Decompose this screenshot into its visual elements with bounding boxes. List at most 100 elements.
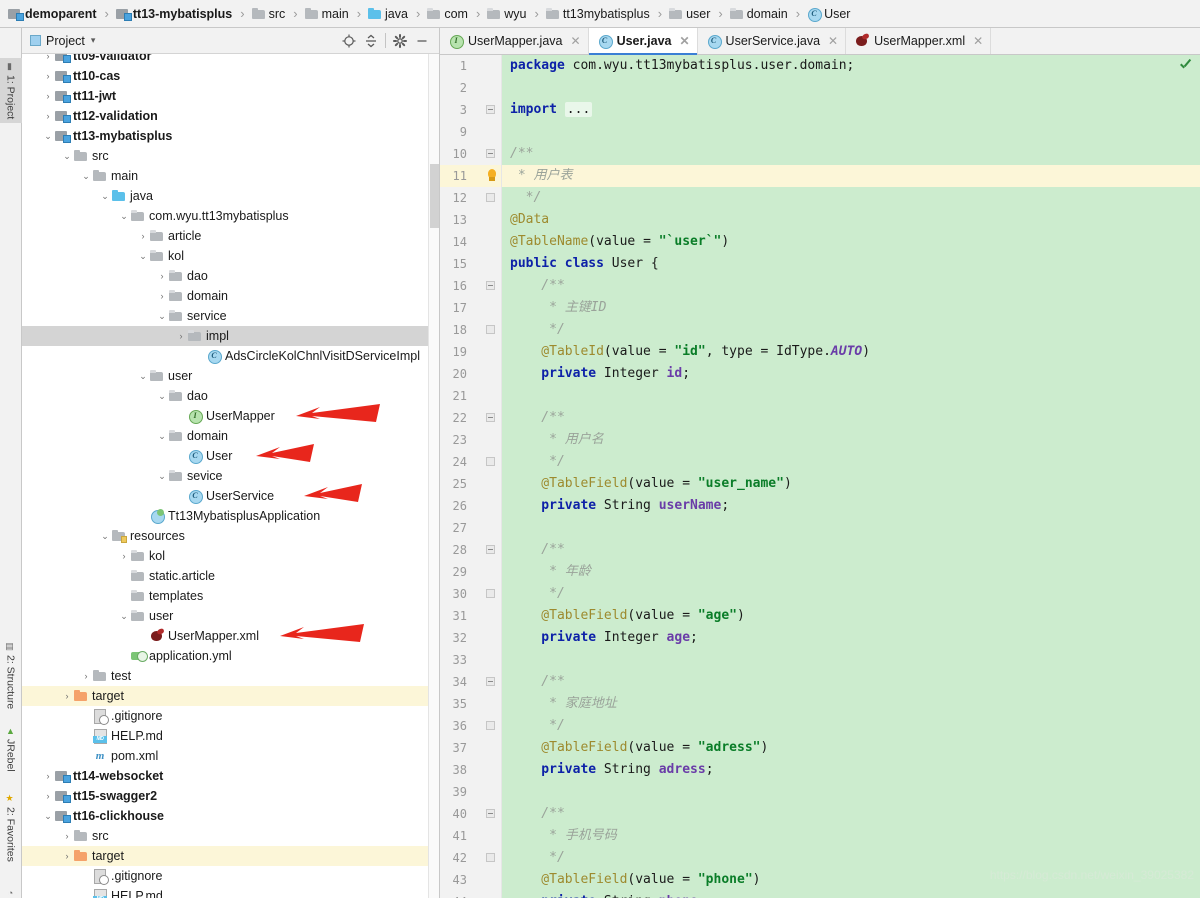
- tree-row-usermapper.xml[interactable]: ›UserMapper.xml: [22, 626, 439, 646]
- editor-tab-userservice-java[interactable]: CUserService.java✕: [698, 28, 847, 54]
- code-line[interactable]: /**: [502, 143, 1200, 165]
- code-line[interactable]: [502, 77, 1200, 99]
- code-line[interactable]: */: [502, 451, 1200, 473]
- fold-end-icon[interactable]: [486, 457, 495, 466]
- breadcrumb-item-tt13-mybatisplus[interactable]: tt13-mybatisplus: [114, 0, 234, 28]
- chevron-down-icon[interactable]: ⌄: [117, 611, 131, 622]
- code-line[interactable]: */: [502, 319, 1200, 341]
- code-line[interactable]: /**: [502, 275, 1200, 297]
- tree-row-target[interactable]: ›target: [22, 686, 439, 706]
- code-line[interactable]: private String phone;: [502, 891, 1200, 898]
- tree-row-pom.xml[interactable]: ›mpom.xml: [22, 746, 439, 766]
- chevron-right-icon[interactable]: ›: [41, 71, 55, 81]
- editor-tab-usermapper-xml[interactable]: UserMapper.xml✕: [846, 28, 991, 54]
- fold-collapse-icon[interactable]: [486, 413, 495, 422]
- tree-row-application.yml[interactable]: ›application.yml: [22, 646, 439, 666]
- hide-panel-icon[interactable]: [411, 30, 433, 52]
- chevron-down-icon[interactable]: ⌄: [60, 151, 74, 162]
- project-tree[interactable]: ›tt09-validator›tt10-cas›tt11-jwt›tt12-v…: [22, 54, 439, 898]
- code-line[interactable]: /**: [502, 539, 1200, 561]
- close-icon[interactable]: ✕: [676, 34, 689, 48]
- chevron-down-icon[interactable]: ⌄: [98, 531, 112, 542]
- code-line[interactable]: package com.wyu.tt13mybatisplus.user.dom…: [502, 55, 1200, 77]
- tree-row-article[interactable]: ›article: [22, 226, 439, 246]
- chevron-down-icon[interactable]: ⌄: [155, 391, 169, 402]
- code-line[interactable]: * 主键ID: [502, 297, 1200, 319]
- code-line[interactable]: * 手机号码: [502, 825, 1200, 847]
- tree-row-tt13-mybatisplus[interactable]: ⌄tt13-mybatisplus: [22, 126, 439, 146]
- tool-window-tab-web[interactable]: ◔Web: [0, 884, 22, 898]
- breadcrumb-item-java[interactable]: java: [366, 0, 410, 28]
- inspection-ok-icon[interactable]: [1179, 59, 1192, 72]
- code-line[interactable]: import ...: [502, 99, 1200, 121]
- tree-row-dao[interactable]: ›dao: [22, 266, 439, 286]
- chevron-down-icon[interactable]: ⌄: [79, 171, 93, 182]
- tree-row-tt16-clickhouse[interactable]: ⌄tt16-clickhouse: [22, 806, 439, 826]
- tree-row-java[interactable]: ⌄java: [22, 186, 439, 206]
- code-line[interactable]: */: [502, 715, 1200, 737]
- code-line[interactable]: [502, 649, 1200, 671]
- chevron-down-icon[interactable]: ▾: [91, 35, 96, 46]
- chevron-right-icon[interactable]: ›: [136, 231, 150, 241]
- gear-icon[interactable]: [389, 30, 411, 52]
- code-editor[interactable]: 1239101112131415161718192021222324252627…: [440, 55, 1200, 898]
- code-line[interactable]: * 用户表: [502, 165, 1200, 187]
- fold-collapse-icon[interactable]: [486, 281, 495, 290]
- locate-file-icon[interactable]: [338, 30, 360, 52]
- breadcrumb-item-wyu[interactable]: wyu: [485, 0, 528, 28]
- code-line[interactable]: private String userName;: [502, 495, 1200, 517]
- chevron-right-icon[interactable]: ›: [41, 111, 55, 121]
- code-line[interactable]: /**: [502, 671, 1200, 693]
- tree-row-.gitignore[interactable]: ›.gitignore: [22, 866, 439, 886]
- code-line[interactable]: [502, 121, 1200, 143]
- project-tree-scrollbar[interactable]: [428, 54, 439, 898]
- tree-row-tt09-validator[interactable]: ›tt09-validator: [22, 54, 439, 66]
- code-line[interactable]: * 用户名: [502, 429, 1200, 451]
- intention-lightbulb-icon[interactable]: [485, 169, 499, 183]
- editor-tab-user-java[interactable]: CUser.java✕: [589, 28, 698, 54]
- tree-row-sevice[interactable]: ⌄sevice: [22, 466, 439, 486]
- code-line[interactable]: [502, 517, 1200, 539]
- code-line[interactable]: * 年龄: [502, 561, 1200, 583]
- tree-row-src[interactable]: ⌄src: [22, 146, 439, 166]
- tree-row-templates[interactable]: ›templates: [22, 586, 439, 606]
- code-line[interactable]: @TableName(value = "`user`"): [502, 231, 1200, 253]
- tree-row-tt12-validation[interactable]: ›tt12-validation: [22, 106, 439, 126]
- tree-row-tt15-swagger2[interactable]: ›tt15-swagger2: [22, 786, 439, 806]
- tree-row-static.article[interactable]: ›static.article: [22, 566, 439, 586]
- fold-collapse-icon[interactable]: [486, 677, 495, 686]
- tree-row-resources[interactable]: ⌄resources: [22, 526, 439, 546]
- chevron-down-icon[interactable]: ⌄: [41, 811, 55, 822]
- code-line[interactable]: @TableField(value = "user_name"): [502, 473, 1200, 495]
- editor-gutter[interactable]: 1239101112131415161718192021222324252627…: [440, 55, 502, 898]
- chevron-right-icon[interactable]: ›: [79, 671, 93, 681]
- tree-row-service[interactable]: ⌄service: [22, 306, 439, 326]
- chevron-right-icon[interactable]: ›: [60, 691, 74, 701]
- code-line[interactable]: private Integer id;: [502, 363, 1200, 385]
- code-line[interactable]: */: [502, 187, 1200, 209]
- tool-window-tab-2-favorites[interactable]: ★2: Favorites: [0, 790, 22, 866]
- code-line[interactable]: private String adress;: [502, 759, 1200, 781]
- tree-row-tt10-cas[interactable]: ›tt10-cas: [22, 66, 439, 86]
- chevron-down-icon[interactable]: ⌄: [155, 471, 169, 482]
- tree-row-com.wyu.tt13mybatisplus[interactable]: ⌄com.wyu.tt13mybatisplus: [22, 206, 439, 226]
- code-line[interactable]: * 家庭地址: [502, 693, 1200, 715]
- code-line[interactable]: public class User {: [502, 253, 1200, 275]
- chevron-right-icon[interactable]: ›: [41, 54, 55, 61]
- chevron-down-icon[interactable]: ⌄: [155, 311, 169, 322]
- fold-end-icon[interactable]: [486, 853, 495, 862]
- breadcrumb-item-user[interactable]: user: [667, 0, 712, 28]
- project-tree-scroll-thumb[interactable]: [430, 164, 439, 228]
- code-line[interactable]: private Integer age;: [502, 627, 1200, 649]
- breadcrumb-item-tt13mybatisplus[interactable]: tt13mybatisplus: [544, 0, 652, 28]
- chevron-down-icon[interactable]: ⌄: [136, 371, 150, 382]
- breadcrumb-item-demoparent[interactable]: demoparent: [6, 0, 99, 28]
- tree-row-user[interactable]: ⌄user: [22, 366, 439, 386]
- chevron-right-icon[interactable]: ›: [117, 551, 131, 561]
- fold-collapse-icon[interactable]: [486, 545, 495, 554]
- chevron-right-icon[interactable]: ›: [41, 771, 55, 781]
- code-line[interactable]: /**: [502, 803, 1200, 825]
- chevron-right-icon[interactable]: ›: [155, 291, 169, 301]
- code-line[interactable]: */: [502, 847, 1200, 869]
- tree-row-help.md[interactable]: ›MDHELP.md: [22, 726, 439, 746]
